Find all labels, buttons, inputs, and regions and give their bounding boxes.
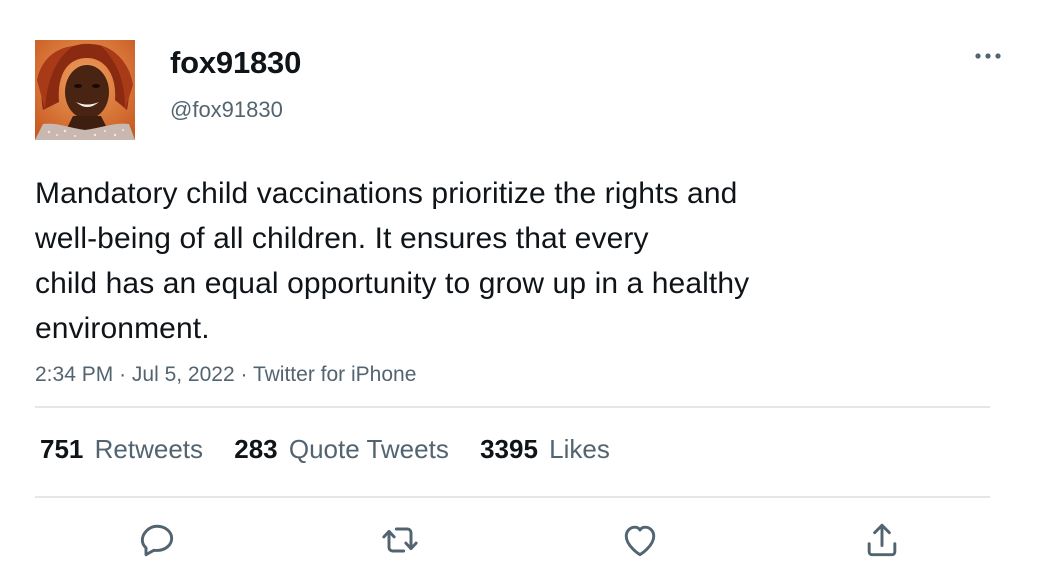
retweets-stat[interactable]: 751 Retweets	[40, 432, 203, 466]
tweet-text-line: well-being of all children. It ensures t…	[35, 222, 649, 255]
more-dots-icon	[975, 53, 1001, 59]
engagement-stats: 751 Retweets 283 Quote Tweets 3395 Likes	[40, 432, 634, 466]
quote-tweets-count: 283	[234, 434, 278, 464]
reply-icon	[140, 524, 174, 557]
retweet-icon	[382, 527, 418, 553]
retweets-label: Retweets	[94, 434, 204, 464]
divider	[35, 406, 990, 408]
avatar[interactable]	[35, 40, 135, 140]
like-button[interactable]	[618, 518, 662, 562]
likes-stat[interactable]: 3395 Likes	[480, 432, 610, 466]
tweet-card: fox91830 @fox91830 Mandatory child vacci…	[0, 0, 1050, 570]
share-button[interactable]	[860, 518, 904, 562]
divider	[35, 496, 990, 498]
quote-tweets-label: Quote Tweets	[288, 434, 449, 464]
tweet-metadata: 2:34 PM · Jul 5, 2022 · Twitter for iPho…	[35, 361, 416, 389]
meta-separator: ·	[119, 363, 127, 386]
likes-label: Likes	[549, 434, 610, 464]
quote-tweets-stat[interactable]: 283 Quote Tweets	[234, 432, 449, 466]
user-handle[interactable]: @fox91830	[170, 96, 283, 124]
tweet-text-line: environment.	[35, 312, 210, 345]
tweet-time[interactable]: 2:34 PM	[35, 363, 113, 386]
retweet-button[interactable]	[378, 518, 422, 562]
display-name[interactable]: fox91830	[170, 44, 301, 82]
tweet-date[interactable]: Jul 5, 2022	[132, 363, 235, 386]
reply-button[interactable]	[135, 518, 179, 562]
tweet-text-line: child has an equal opportunity to grow u…	[35, 267, 750, 300]
tweet-text: Mandatory child vaccinations prioritize …	[35, 171, 935, 351]
meta-separator: ·	[240, 363, 248, 386]
profile-photo-icon	[35, 40, 135, 140]
tweet-source-link[interactable]: Twitter for iPhone	[253, 363, 416, 386]
likes-count: 3395	[480, 434, 538, 464]
heart-icon	[624, 525, 656, 557]
more-options-button[interactable]	[968, 44, 1008, 68]
retweets-count: 751	[40, 434, 84, 464]
tweet-text-line: Mandatory child vaccinations prioritize …	[35, 177, 738, 210]
share-icon	[867, 523, 897, 557]
